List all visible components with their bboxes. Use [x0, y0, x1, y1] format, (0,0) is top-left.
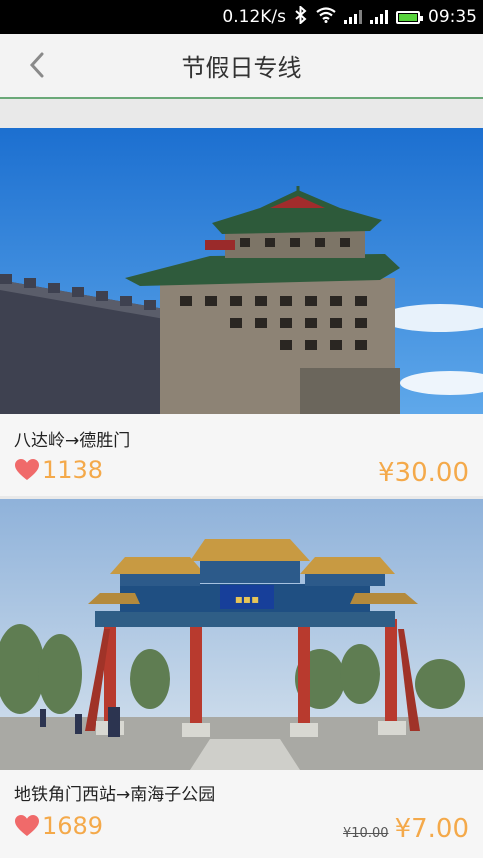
signal-icon [370, 10, 388, 24]
chevron-left-icon [29, 52, 44, 78]
likes-value: 1138 [42, 456, 104, 484]
heart-icon [15, 459, 39, 480]
title-bar: 节假日专线 [0, 34, 483, 99]
route-photo [0, 128, 483, 414]
bluetooth-icon [294, 4, 308, 29]
likes-count: 1138 [14, 456, 103, 484]
original-price: ¥10.00 [343, 826, 389, 841]
route-name: 地铁角门西站→南海子公园 [14, 785, 216, 805]
likes-value: 1689 [42, 812, 104, 840]
status-icons: 0.12K/s 09:35 [222, 0, 477, 34]
page-title: 节假日专线 [181, 54, 302, 82]
wifi-icon [316, 6, 336, 28]
route-name: 八达岭→德胜门 [14, 431, 131, 451]
price: ¥7.00 [394, 814, 469, 844]
route-photo: ▪▪▪ [0, 499, 483, 770]
status-bar: 0.12K/s 09:35 [0, 0, 483, 34]
signal-icon [344, 10, 362, 24]
clock: 09:35 [428, 7, 477, 27]
heart-icon [15, 815, 39, 836]
network-speed: 0.12K/s [222, 7, 286, 27]
route-card[interactable]: ▪▪▪ 地铁角门西站→南海子公园 1689 ¥10.00 ¥7.00 [0, 499, 483, 858]
back-button[interactable] [20, 48, 54, 82]
svg-text:▪▪▪: ▪▪▪ [235, 592, 259, 606]
battery-icon [396, 10, 423, 24]
likes-count: 1689 [14, 812, 103, 840]
price: ¥30.00 [378, 458, 469, 488]
route-card[interactable]: 八达岭→德胜门 1138 ¥30.00 [0, 128, 483, 496]
